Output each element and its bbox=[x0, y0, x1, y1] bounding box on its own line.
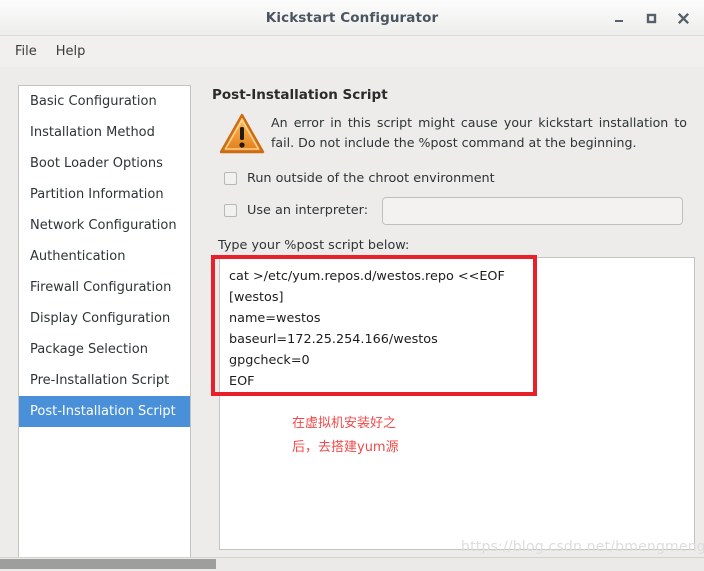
menu-file[interactable]: File bbox=[7, 42, 45, 61]
warning-banner: An error in this script might cause your… bbox=[219, 111, 689, 159]
post-installation-panel: Post-Installation Script An error in thi… bbox=[205, 67, 695, 553]
app-window: Kickstart Configurator File Help Basic C… bbox=[0, 0, 704, 571]
scrollbar-thumb[interactable] bbox=[0, 559, 216, 569]
title-bar: Kickstart Configurator bbox=[0, 0, 704, 36]
horizontal-scrollbar[interactable] bbox=[0, 557, 704, 571]
interpreter-checkbox-label: Use an interpreter: bbox=[247, 203, 369, 218]
sidebar-item-boot-loader-options[interactable]: Boot Loader Options bbox=[19, 148, 190, 179]
chroot-checkbox-label: Run outside of the chroot environment bbox=[247, 171, 495, 186]
close-button[interactable] bbox=[668, 3, 698, 33]
sidebar-item-pre-installation-script[interactable]: Pre-Installation Script bbox=[19, 365, 190, 396]
post-script-textarea[interactable]: cat >/etc/yum.repos.d/westos.repo <<EOF … bbox=[219, 257, 695, 550]
interpreter-input[interactable] bbox=[382, 197, 683, 225]
content-area: Basic Configuration Installation Method … bbox=[0, 67, 704, 566]
sidebar-item-installation-method[interactable]: Installation Method bbox=[19, 117, 190, 148]
warning-text: An error in this script might cause your… bbox=[271, 115, 687, 150]
chroot-checkbox-row[interactable]: Run outside of the chroot environment bbox=[224, 171, 495, 186]
sidebar-item-firewall-configuration[interactable]: Firewall Configuration bbox=[19, 272, 190, 303]
menu-bar: File Help bbox=[0, 36, 704, 67]
sidebar-item-authentication[interactable]: Authentication bbox=[19, 241, 190, 272]
sidebar-item-package-selection[interactable]: Package Selection bbox=[19, 334, 190, 365]
script-field-label: Type your %post script below: bbox=[218, 238, 410, 253]
window-title: Kickstart Configurator bbox=[265, 10, 439, 26]
watermark: https://blog.csdn.net/bmengmeng bbox=[461, 539, 704, 555]
warning-triangle-icon bbox=[219, 111, 271, 159]
interpreter-checkbox[interactable] bbox=[224, 204, 237, 217]
window-controls bbox=[604, 0, 698, 36]
sidebar-item-post-installation-script[interactable]: Post-Installation Script bbox=[19, 396, 190, 427]
maximize-button[interactable] bbox=[636, 3, 666, 33]
sidebar-item-partition-information[interactable]: Partition Information bbox=[19, 179, 190, 210]
sidebar-item-display-configuration[interactable]: Display Configuration bbox=[19, 303, 190, 334]
chroot-checkbox[interactable] bbox=[224, 172, 237, 185]
sidebar-item-network-configuration[interactable]: Network Configuration bbox=[19, 210, 190, 241]
annotation-note: 在虚拟机安装好之 后，去搭建yum源 bbox=[292, 416, 399, 455]
page-title: Post-Installation Script bbox=[212, 87, 388, 103]
post-script-text: cat >/etc/yum.repos.d/westos.repo <<EOF … bbox=[229, 269, 505, 389]
sidebar-list[interactable]: Basic Configuration Installation Method … bbox=[18, 85, 191, 566]
menu-help[interactable]: Help bbox=[48, 42, 94, 61]
sidebar-item-basic-configuration[interactable]: Basic Configuration bbox=[19, 86, 190, 117]
interpreter-checkbox-row[interactable]: Use an interpreter: bbox=[224, 203, 368, 218]
minimize-button[interactable] bbox=[604, 3, 634, 33]
